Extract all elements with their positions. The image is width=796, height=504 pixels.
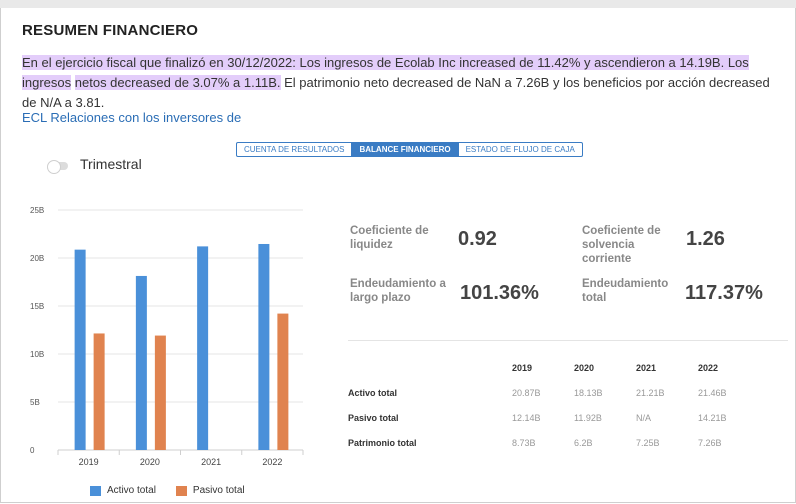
y-tick-label: 5B [30,398,40,407]
bar-pasivo-total [154,335,166,450]
legend-swatch-pasivo [175,485,187,496]
table-cell: 11.92B [574,412,602,423]
y-tick-label: 10B [30,350,44,359]
solvency-ratio-label: Coeficiente de solvencia corriente [582,225,661,265]
table-cell: 14.21B [698,412,727,423]
table-cell: 21.21B [636,387,665,398]
long-term-debt-label: Endeudamiento a largo plazo [350,278,446,304]
balance-bar-chart: 0 5B 10B 15B 20B 25B 2019 2020 2021 2022 [30,206,304,467]
table-row: Activo total 20.87B 18.13B 21.21B 21.46B [348,380,760,405]
x-tick-label: 2019 [79,457,99,467]
total-debt-label: Endeudamiento total [582,278,669,304]
bar-activo-total [197,246,209,450]
table-cell: 20.87B [512,387,541,398]
summary-highlight-2: netos decreased de 3.07% a 1.11B. [74,75,281,90]
row-label-pasivo: Pasivo total [348,412,399,423]
table-cell: 7.26B [698,437,722,448]
long-term-debt-value: 101.36% [460,282,539,304]
table-row: Pasivo total 12.14B 11.92B N/A 14.21B [348,405,760,430]
bar-activo-total [258,243,270,450]
legend-label-pasivo: Pasivo total [192,485,245,496]
divider [348,340,788,341]
table-row: Patrimonio total 8.73B 6.2B 7.25B 7.26B [348,430,760,455]
y-tick-label: 25B [30,206,44,215]
bar-activo-total [135,275,147,450]
tab-income-statement[interactable]: CUENTA DE RESULTADOS [237,143,353,156]
summary-text: En el ejercicio fiscal que finalizó en 3… [22,53,782,113]
tab-balance-sheet[interactable]: BALANCE FINANCIERO [352,143,459,156]
table-cell: 6.2B [574,437,593,448]
x-tick-label: 2021 [201,457,221,467]
table-cell: 21.46B [698,387,727,398]
table-header-year: 2020 [574,363,595,373]
investor-relations-link[interactable]: ECL Relaciones con los inversores de [22,110,241,125]
legend-item-activo[interactable]: Activo total [90,485,156,496]
section-title: RESUMEN FINANCIERO [22,22,199,39]
table-header-year: 2019 [512,363,533,373]
table-cell: 12.14B [512,412,541,423]
table-header-empty [348,356,512,380]
table-cell: 18.13B [574,387,603,398]
quarterly-toggle-label: Trimestral [80,156,142,172]
bar-pasivo-total [93,333,105,450]
x-tick-label: 2022 [262,457,282,467]
total-debt-value: 117.37% [685,282,763,304]
y-tick-label: 0 [30,446,35,455]
quarterly-toggle[interactable] [47,160,68,174]
tab-cash-flow[interactable]: ESTADO DE FLUJO DE CAJA [459,143,582,156]
table-cell: 8.73B [512,437,536,448]
y-tick-label: 20B [30,254,44,263]
toggle-knob [47,160,61,174]
solvency-ratio-value: 1.26 [686,228,725,250]
x-tick-label: 2020 [140,457,160,467]
row-label-patrimonio: Patrimonio total [348,437,417,448]
liquidity-ratio-value: 0.92 [458,228,497,250]
bar-pasivo-total [277,313,289,450]
legend-item-pasivo[interactable]: Pasivo total [175,485,245,496]
legend-label-activo: Activo total [107,485,156,496]
y-tick-label: 15B [30,302,44,311]
table-header-year: 2022 [698,363,719,373]
top-bar [0,0,796,8]
row-label-activo: Activo total [348,387,398,398]
table-header-row: 2019 2020 2021 2022 [348,356,760,380]
liquidity-ratio-label: Coeficiente de liquidez [350,225,429,251]
balance-sheet-table: 2019 2020 2021 2022 Activo total 20.87B … [348,356,760,455]
table-header-year: 2021 [636,363,657,373]
table-cell: N/A [636,412,652,423]
chart-legend: Activo total Pasivo total [90,485,245,496]
table-cell: 7.25B [636,437,660,448]
statement-tabs: CUENTA DE RESULTADOS BALANCE FINANCIERO … [236,142,583,157]
legend-swatch-activo [90,485,101,496]
bar-activo-total [74,249,86,450]
